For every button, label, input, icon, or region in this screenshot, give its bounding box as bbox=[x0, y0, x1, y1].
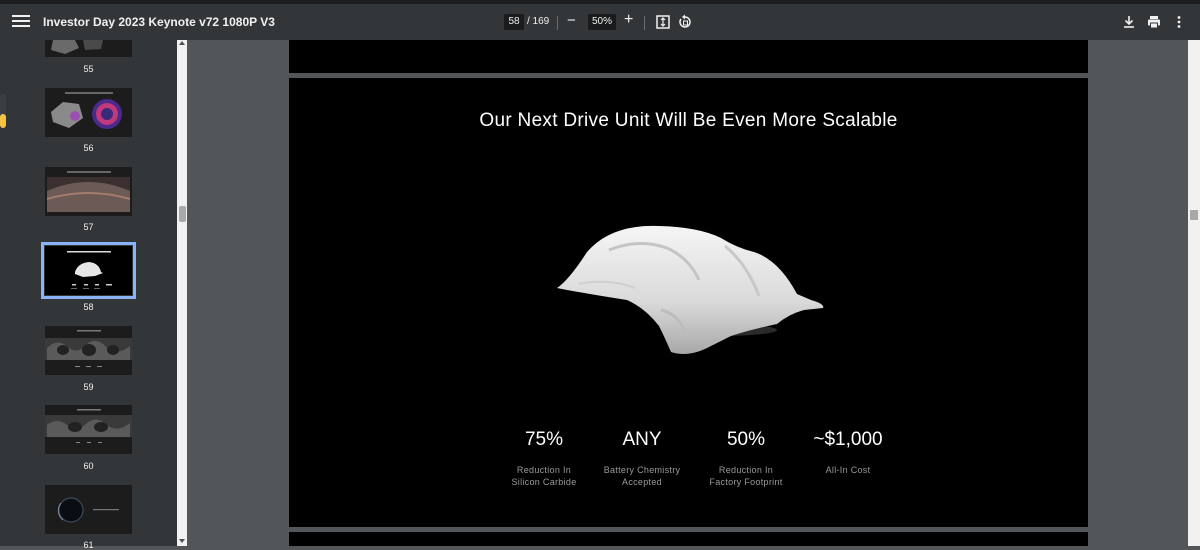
sidebar-scrollbar[interactable] bbox=[177, 40, 187, 546]
content-scrollbar[interactable] bbox=[1188, 40, 1200, 546]
document-title: Investor Day 2023 Keynote v72 1080P V3 bbox=[43, 15, 275, 29]
thumbnail-label: 56 bbox=[83, 143, 94, 153]
slide-title: Our Next Drive Unit Will Be Even More Sc… bbox=[479, 110, 898, 131]
download-icon[interactable] bbox=[1120, 13, 1138, 31]
page-number-input[interactable]: 58 bbox=[504, 14, 524, 30]
sidebar-scroll-thumb[interactable] bbox=[179, 206, 186, 222]
thumbnail-label: 57 bbox=[83, 222, 94, 232]
stat-value: ANY bbox=[622, 429, 662, 450]
page-58: Our Next Drive Unit Will Be Even More Sc… bbox=[289, 78, 1088, 527]
zoom-in-button[interactable]: + bbox=[624, 11, 633, 29]
thumbnail-label: 58 bbox=[83, 302, 94, 312]
thumbnail-page-60[interactable] bbox=[45, 405, 132, 454]
thumbnail-label: 55 bbox=[83, 64, 94, 74]
thumbnail-page-61[interactable] bbox=[45, 485, 132, 534]
covered-drive-unit-image bbox=[557, 225, 824, 354]
zoom-out-button[interactable]: − bbox=[567, 12, 576, 30]
print-icon[interactable] bbox=[1145, 13, 1163, 31]
menu-icon[interactable] bbox=[12, 12, 30, 30]
thumbnail-page-56[interactable] bbox=[45, 88, 132, 137]
more-vert-icon[interactable] bbox=[1170, 13, 1188, 31]
stat-caption: Battery Chemistry Accepted bbox=[603, 465, 681, 487]
stat-caption: All-In Cost bbox=[825, 465, 871, 475]
stat-battery-chemistry: ANY Battery Chemistry Accepted bbox=[582, 429, 702, 488]
toolbar-divider bbox=[644, 16, 645, 30]
rotate-icon[interactable] bbox=[676, 13, 694, 31]
stat-value: ~$1,000 bbox=[813, 429, 883, 450]
thumbnail-page-59[interactable] bbox=[45, 326, 132, 375]
thumbnail-page-58-selected[interactable] bbox=[41, 242, 136, 299]
content-scroll-thumb[interactable] bbox=[1190, 210, 1198, 220]
pdf-toolbar: Investor Day 2023 Keynote v72 1080P V3 5… bbox=[0, 0, 1200, 40]
stat-all-in-cost: ~$1,000 All-In Cost bbox=[788, 429, 908, 476]
zoom-input[interactable]: 50% bbox=[588, 14, 616, 30]
sidebar-scroll-up-icon[interactable] bbox=[179, 41, 185, 45]
page-total: / 169 bbox=[527, 16, 550, 27]
thumbnail-label: 60 bbox=[83, 461, 94, 471]
thumbnail-page-55[interactable] bbox=[45, 40, 132, 57]
fit-page-icon[interactable] bbox=[654, 13, 672, 31]
page-59-top bbox=[289, 532, 1088, 546]
thumbnail-label: 59 bbox=[83, 382, 94, 392]
page-57-bottom bbox=[289, 40, 1088, 73]
sidebar-highlight-marker bbox=[0, 114, 6, 128]
toolbar-divider bbox=[557, 16, 558, 30]
sidebar-scroll-down-icon[interactable] bbox=[179, 539, 185, 543]
thumbnail-label: 61 bbox=[83, 540, 94, 550]
thumbnail-page-57[interactable] bbox=[45, 167, 132, 216]
